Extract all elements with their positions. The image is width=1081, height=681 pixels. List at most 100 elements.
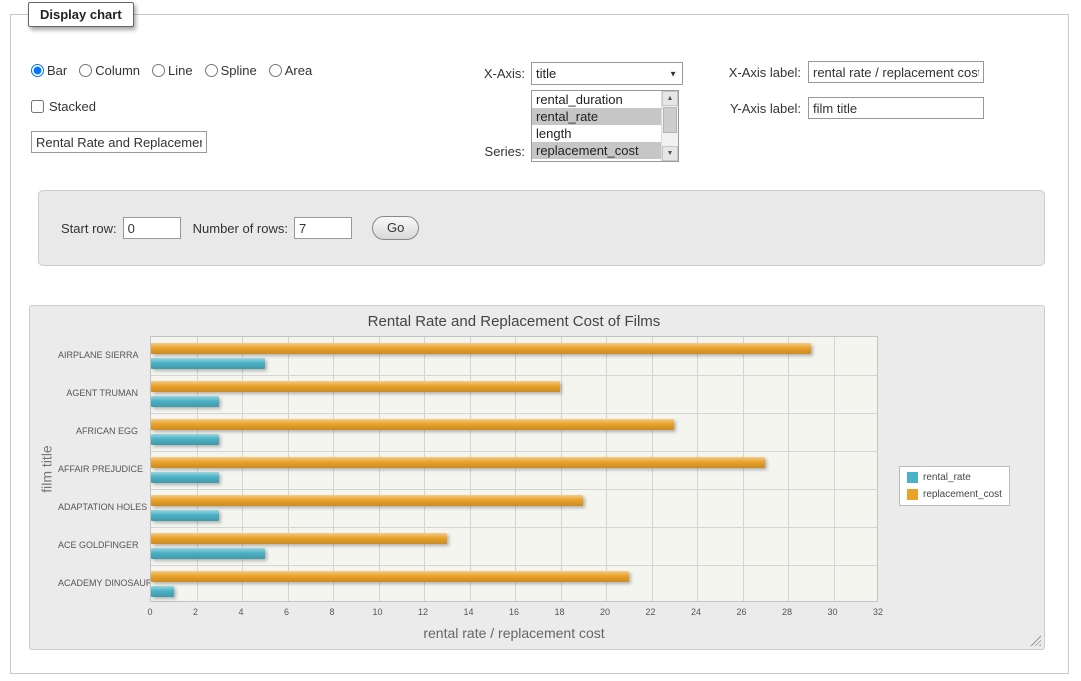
rows-panel: Start row: Number of rows: Go bbox=[38, 190, 1045, 266]
legend-item: replacement_cost bbox=[907, 489, 1002, 500]
start-row-label: Start row: bbox=[61, 221, 117, 236]
chart-type-area[interactable]: Area bbox=[269, 63, 312, 78]
gridline-horizontal bbox=[151, 489, 877, 490]
category-label: ACE GOLDFINGER bbox=[58, 526, 138, 564]
gridline-vertical bbox=[515, 337, 516, 601]
chart-title: Rental Rate and Replacement Cost of Film… bbox=[150, 313, 878, 330]
gridline-vertical bbox=[834, 337, 835, 601]
stacked-checkbox[interactable] bbox=[31, 100, 44, 113]
gridline-horizontal bbox=[151, 527, 877, 528]
x-axis-tick-label: 18 bbox=[554, 607, 564, 617]
gridline-vertical bbox=[379, 337, 380, 601]
x-axis-label-input[interactable] bbox=[808, 61, 984, 83]
chart-legend: rental_rate replacement_cost bbox=[899, 466, 1010, 506]
chart-type-column[interactable]: Column bbox=[79, 63, 140, 78]
bar-rental_rate bbox=[151, 510, 219, 521]
bar-rental_rate bbox=[151, 358, 265, 369]
category-label: ADAPTATION HOLES bbox=[58, 488, 138, 526]
scroll-up-icon[interactable]: ▲ bbox=[662, 91, 678, 106]
gridline-vertical bbox=[197, 337, 198, 601]
gridline-vertical bbox=[606, 337, 607, 601]
gridline-vertical bbox=[652, 337, 653, 601]
series-row: Series: rental_durationrental_ratelength… bbox=[455, 90, 679, 162]
gridline-vertical bbox=[470, 337, 471, 601]
x-axis-tick-label: 28 bbox=[782, 607, 792, 617]
x-axis-tick-label: 0 bbox=[147, 607, 152, 617]
chart-title-input[interactable] bbox=[31, 131, 207, 153]
series-option[interactable]: length bbox=[532, 125, 661, 142]
chart-type-label: Column bbox=[95, 63, 140, 78]
x-axis-tick-label: 10 bbox=[372, 607, 382, 617]
chart-type-radio-column[interactable] bbox=[79, 64, 92, 77]
x-axis-tick-label: 26 bbox=[736, 607, 746, 617]
chart-type-line[interactable]: Line bbox=[152, 63, 193, 78]
gridline-horizontal bbox=[151, 565, 877, 566]
y-axis-label-input[interactable] bbox=[808, 97, 984, 119]
gridline-vertical bbox=[743, 337, 744, 601]
y-axis-title: film title bbox=[36, 336, 58, 602]
bar-replacement_cost bbox=[151, 533, 447, 544]
x-axis-select[interactable]: title bbox=[531, 62, 683, 85]
y-axis-label-caption: Y-Axis label: bbox=[723, 101, 801, 116]
gridline-horizontal bbox=[151, 375, 877, 376]
legend-swatch bbox=[907, 472, 918, 483]
chart-type-spline[interactable]: Spline bbox=[205, 63, 257, 78]
gridline-vertical bbox=[788, 337, 789, 601]
chart-type-radio-area[interactable] bbox=[269, 64, 282, 77]
series-option[interactable]: rental_rate bbox=[532, 108, 661, 125]
plot-area bbox=[150, 336, 878, 602]
bar-rental_rate bbox=[151, 434, 219, 445]
chart-type-radios: Bar Column Line Spline Area bbox=[31, 63, 312, 78]
x-axis-title: rental rate / replacement cost bbox=[150, 625, 878, 641]
bar-replacement_cost bbox=[151, 457, 765, 468]
bar-replacement_cost bbox=[151, 571, 629, 582]
stacked-option[interactable]: Stacked bbox=[31, 99, 96, 114]
category-label: AFFAIR PREJUDICE bbox=[58, 450, 138, 488]
x-axis-tick-label: 32 bbox=[873, 607, 883, 617]
series-scrollbar[interactable]: ▲ ▼ bbox=[661, 91, 678, 161]
x-axis-select-label: X-Axis: bbox=[455, 66, 525, 81]
scrollbar-thumb[interactable] bbox=[663, 107, 677, 133]
display-chart-panel: Display chart BarColumnLineSplineArea St… bbox=[10, 14, 1069, 674]
chart-type-label: Line bbox=[168, 63, 193, 78]
chart-type-radio-bar[interactable] bbox=[31, 64, 44, 77]
resize-handle-icon[interactable] bbox=[1030, 635, 1041, 646]
x-axis-select-wrap: title bbox=[531, 62, 683, 85]
series-label: Series: bbox=[455, 144, 525, 159]
x-axis-tick-label: 8 bbox=[329, 607, 334, 617]
legend-label: replacement_cost bbox=[923, 489, 1002, 500]
chart-type-label: Bar bbox=[47, 63, 67, 78]
gridline-horizontal bbox=[151, 413, 877, 414]
series-option[interactable]: replacement_cost bbox=[532, 142, 661, 159]
bar-replacement_cost bbox=[151, 343, 811, 354]
x-axis-tick-label: 2 bbox=[193, 607, 198, 617]
bar-rental_rate bbox=[151, 548, 265, 559]
x-axis-ticks: 02468101214161820222426283032 bbox=[150, 607, 878, 620]
gridline-vertical bbox=[288, 337, 289, 601]
legend-swatch bbox=[907, 489, 918, 500]
gridline-horizontal bbox=[151, 451, 877, 452]
gridline-vertical bbox=[333, 337, 334, 601]
go-button[interactable]: Go bbox=[372, 216, 419, 240]
chart-type-radio-line[interactable] bbox=[152, 64, 165, 77]
num-rows-input[interactable] bbox=[294, 217, 352, 239]
start-row-input[interactable] bbox=[123, 217, 181, 239]
bar-replacement_cost bbox=[151, 495, 583, 506]
series-option[interactable]: rental_duration bbox=[532, 91, 661, 108]
y-axis-label-row: Y-Axis label: bbox=[723, 97, 984, 119]
gridline-vertical bbox=[242, 337, 243, 601]
bar-replacement_cost bbox=[151, 419, 674, 430]
chart-panel: Rental Rate and Replacement Cost of Film… bbox=[29, 305, 1045, 650]
panel-title: Display chart bbox=[28, 2, 134, 27]
x-axis-tick-label: 4 bbox=[238, 607, 243, 617]
scroll-down-icon[interactable]: ▼ bbox=[662, 146, 678, 161]
x-axis-tick-label: 16 bbox=[509, 607, 519, 617]
chart-type-label: Spline bbox=[221, 63, 257, 78]
series-listbox[interactable]: rental_durationrental_ratelengthreplacem… bbox=[531, 90, 679, 162]
legend-label: rental_rate bbox=[923, 472, 971, 483]
category-label: AIRPLANE SIERRA bbox=[58, 336, 138, 374]
chart-type-bar[interactable]: Bar bbox=[31, 63, 67, 78]
bar-rental_rate bbox=[151, 472, 219, 483]
chart-type-radio-spline[interactable] bbox=[205, 64, 218, 77]
bar-rental_rate bbox=[151, 586, 174, 597]
